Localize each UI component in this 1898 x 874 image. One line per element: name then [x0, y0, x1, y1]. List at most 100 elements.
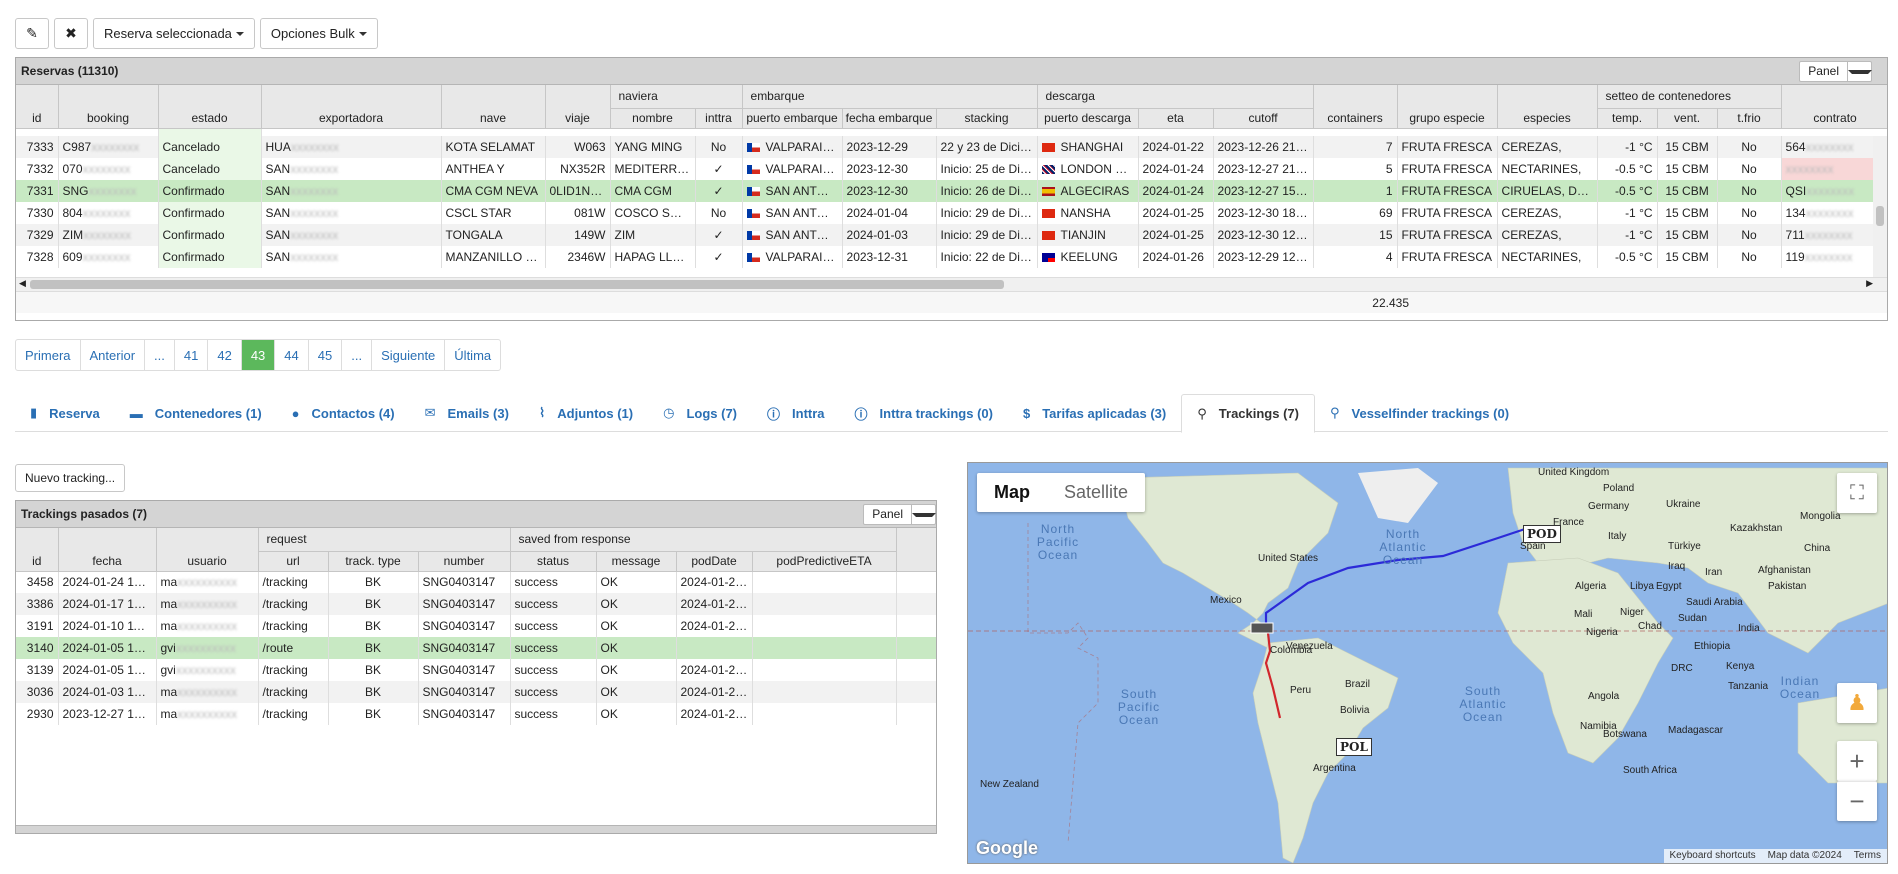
pol-marker[interactable]: POL	[1336, 738, 1372, 756]
pager-ellipsis[interactable]: ...	[145, 340, 175, 370]
col-tfrio[interactable]: t.frio	[1717, 108, 1782, 129]
col-especies[interactable]: especies	[1497, 85, 1598, 129]
col-poddate[interactable]: podDate	[676, 551, 753, 572]
table-row[interactable]: 7331 SNGxxxxxxxx Confirmado SANxxxxxxxx CMA …	[16, 180, 1887, 202]
col-message[interactable]: message	[596, 551, 677, 572]
edit-button[interactable]: ✎	[15, 18, 49, 49]
scroll-left-icon[interactable]: ◀	[19, 278, 26, 289]
tab-inttra[interactable]: ⓘ Inttra	[752, 394, 840, 432]
col-exportadora[interactable]: exportadora	[261, 85, 442, 129]
pager-45[interactable]: 45	[309, 340, 343, 370]
tab-reserva[interactable]: ▮ Reserva	[15, 394, 115, 432]
keyboard-shortcuts-link[interactable]: Keyboard shortcuts	[1664, 849, 1762, 863]
col-id[interactable]: id	[16, 528, 59, 572]
table-row[interactable]: 3458 2024-01-24 10:06 maxxxxxxxxxx/trackin…	[16, 571, 936, 593]
col-stacking[interactable]: stacking	[936, 108, 1038, 129]
zoom-out-button[interactable]: −	[1837, 781, 1877, 821]
pager-ellipsis[interactable]: ...	[342, 340, 373, 370]
col-eta[interactable]: eta	[1138, 108, 1214, 129]
zoom-in-button[interactable]: +	[1837, 741, 1877, 781]
fullscreen-button[interactable]: ⛶	[1837, 473, 1877, 513]
tab-logs[interactable]: ◷ Logs (7)	[648, 394, 752, 432]
col-usuario[interactable]: usuario	[156, 528, 259, 572]
cell-text: ✓	[713, 162, 724, 176]
cell-text: 2024-01-23 ...	[680, 575, 752, 590]
reservas-hscrollbar[interactable]: ◀ ▶	[16, 277, 1887, 291]
tab-inttra[interactable]: ⓘ Inttra trackings (0)	[840, 394, 1008, 432]
pager-44[interactable]: 44	[275, 340, 309, 370]
opciones-bulk-dropdown[interactable]: Opciones Bulk	[259, 18, 378, 49]
col-temp[interactable]: temp.	[1597, 108, 1658, 129]
col-id[interactable]: id	[16, 85, 59, 129]
pager-primera[interactable]: Primera	[16, 340, 81, 370]
col-cutoff[interactable]: cutoff	[1213, 108, 1314, 129]
col-url[interactable]: url	[258, 551, 329, 572]
tab-emails[interactable]: ✉ Emails (3)	[410, 394, 524, 432]
col-puerto-descarga[interactable]: puerto descarga	[1037, 108, 1139, 129]
col-vent[interactable]: vent.	[1657, 108, 1718, 129]
reservas-panel-button[interactable]: Panel	[1799, 61, 1872, 82]
pager-última[interactable]: Última	[445, 340, 500, 370]
col-puerto-embarque[interactable]: puerto embarque	[742, 108, 843, 129]
col-inttra[interactable]: inttra	[695, 108, 743, 129]
reserva-seleccionada-dropdown[interactable]: Reserva seleccionada	[93, 18, 255, 49]
col-naviera-nombre[interactable]: nombre	[610, 108, 696, 129]
col-estado[interactable]: estado	[158, 85, 262, 129]
table-row[interactable]: 3036 2024-01-03 12:38 maxxxxxxxxxx/trackin…	[16, 681, 936, 703]
table-row[interactable]: 7329 ZIMxxxxxxxx Confirmado SANxxxxxxxx TONG…	[16, 224, 1887, 246]
google-logo[interactable]: Google	[976, 838, 1038, 859]
col-track-type[interactable]: track. type	[328, 551, 419, 572]
tab-contactos[interactable]: ● Contactos (4)	[277, 394, 410, 432]
cell-url: /tracking	[258, 571, 329, 593]
tab-contenedores[interactable]: ▬ Contenedores (1)	[115, 394, 277, 432]
pager-anterior[interactable]: Anterior	[81, 340, 146, 370]
col-fecha[interactable]: fecha	[58, 528, 157, 572]
table-row[interactable]: 7330 804xxxxxxxx Confirmado SANxxxxxxxx CSCL…	[16, 202, 1887, 224]
table-row[interactable]: 3139 2024-01-05 19:41 gvixxxxxxxxxx/tracki…	[16, 659, 936, 681]
nuevo-tracking-button[interactable]: Nuevo tracking...	[15, 464, 126, 492]
scrollbar-thumb[interactable]	[1876, 206, 1884, 226]
col-status[interactable]: status	[510, 551, 597, 572]
delete-button[interactable]: ✖	[54, 18, 88, 49]
col-fecha-embarque[interactable]: fecha embarque	[842, 108, 937, 129]
trackings-panel-button[interactable]: Panel	[863, 504, 936, 525]
col-grupo-especie[interactable]: grupo especie	[1397, 85, 1498, 129]
col-booking[interactable]: booking	[58, 85, 159, 129]
group-descarga: descarga	[1037, 85, 1314, 109]
table-row[interactable]: 7333 C987xxxxxxxx Cancelado HUAxxxxxxxx KOTA…	[16, 136, 1887, 158]
table-row[interactable]: 3191 2024-01-10 11:09 maxxxxxxxxxx/trackin…	[16, 615, 936, 637]
scroll-right-icon[interactable]: ▶	[1866, 278, 1873, 289]
pager-41[interactable]: 41	[175, 340, 209, 370]
terms-link[interactable]: Terms	[1848, 849, 1887, 863]
map-type-satellite[interactable]: Satellite	[1047, 473, 1145, 512]
pod-marker[interactable]: POD	[1523, 525, 1561, 543]
table-row[interactable]: 3386 2024-01-17 17:47 maxxxxxxxxxx/trackin…	[16, 593, 936, 615]
col-podpredictiveeta[interactable]: podPredictiveETA	[752, 551, 897, 572]
table-row[interactable]: 7328 609xxxxxxxx Confirmado SANxxxxxxxx MANZ…	[16, 246, 1887, 268]
street-view-pegman[interactable]: ♟	[1837, 683, 1877, 723]
map-label-algeria: Algeria	[1575, 581, 1607, 592]
col-nave[interactable]: nave	[441, 85, 546, 129]
reservas-vscrollbar[interactable]	[1873, 136, 1887, 277]
tab-adjuntos[interactable]: ⌇ Adjuntos (1)	[524, 394, 648, 432]
col-contrato[interactable]: contrato	[1781, 85, 1887, 129]
cell-text: 711	[1785, 228, 1805, 242]
pager-42[interactable]: 42	[208, 340, 242, 370]
tracking-map[interactable]: North Pacific Ocean North Atlantic Ocean…	[967, 462, 1888, 864]
col-number[interactable]: number	[418, 551, 511, 572]
tab-vesselfinder[interactable]: ⚲ Vesselfinder trackings (0)	[1315, 394, 1524, 432]
table-row[interactable]: 7332 070xxxxxxxx Cancelado SANxxxxxxxx ANTHE…	[16, 158, 1887, 180]
tab-trackings[interactable]: ⚲ Trackings (7)	[1181, 394, 1315, 433]
table-row-partial[interactable]	[16, 128, 1887, 136]
cell-inttra: ✓	[695, 158, 743, 180]
pager-siguiente[interactable]: Siguiente	[372, 340, 446, 370]
cell-fe: 2024-01-04	[842, 202, 937, 224]
table-row[interactable]: 3140 2024-01-05 19:42 gvixxxxxxxxxx/route B…	[16, 637, 936, 659]
pager-43[interactable]: 43	[241, 340, 276, 370]
tab-tarifas[interactable]: $ Tarifas aplicadas (3)	[1008, 394, 1181, 432]
table-row[interactable]: 2930 2023-12-27 16:56 maxxxxxxxxxx/trackin…	[16, 703, 936, 725]
col-containers[interactable]: containers	[1313, 85, 1398, 129]
map-type-map[interactable]: Map	[977, 473, 1047, 512]
col-viaje[interactable]: viaje	[545, 85, 611, 129]
scrollbar-thumb[interactable]	[30, 280, 1004, 289]
